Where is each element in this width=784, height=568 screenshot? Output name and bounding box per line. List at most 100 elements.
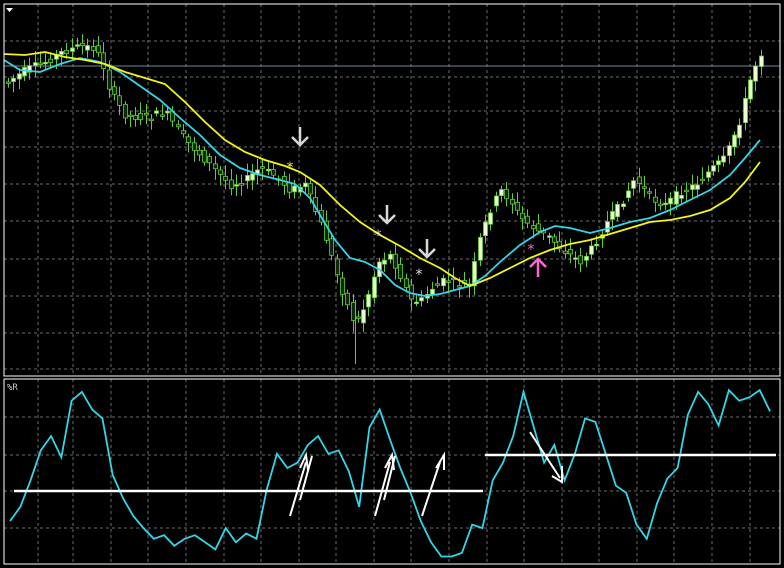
bear-candle — [525, 215, 530, 224]
signal-star-icon: * — [528, 242, 535, 258]
bear-candle — [213, 163, 218, 170]
bear-candle — [202, 149, 207, 163]
bear-candle — [684, 189, 689, 193]
bear-candle — [510, 199, 515, 205]
bear-candle — [38, 62, 43, 65]
signal-markers: * * * * — [287, 127, 547, 283]
price-panel-frame — [3, 3, 781, 377]
bull-candle — [70, 47, 75, 52]
bear-candle — [700, 178, 705, 182]
fast-ma-line — [3, 57, 761, 297]
bear-candle — [160, 114, 165, 117]
bull-candle — [573, 257, 578, 260]
bear-candle — [138, 112, 143, 121]
bull-candle — [732, 134, 737, 148]
signal-star-icon: * — [375, 228, 382, 244]
bear-candle — [176, 124, 181, 128]
bear-candle — [653, 196, 658, 203]
signal-star-icon: * — [416, 267, 423, 283]
bear-candle — [229, 179, 234, 189]
bear-candle — [536, 223, 541, 232]
bear-candle — [435, 283, 440, 286]
sell-arrow-down-icon — [291, 127, 309, 147]
price-candles — [6, 34, 764, 364]
annotation-arrow — [421, 451, 445, 517]
bull-candle — [266, 168, 271, 172]
bull-candle — [584, 255, 589, 261]
bear-candle — [351, 302, 356, 321]
indicator-label: %R — [7, 383, 18, 393]
bull-candle — [753, 65, 758, 82]
bull-candle — [361, 309, 366, 324]
sell-arrow-down-icon — [418, 239, 436, 259]
bear-candle — [107, 69, 112, 90]
bull-candle — [716, 160, 721, 166]
bull-candle — [85, 45, 90, 51]
bear-candle — [112, 86, 117, 95]
bull-candle — [748, 79, 753, 100]
bull-candle — [690, 184, 695, 190]
bull-candle — [610, 211, 615, 220]
bull-candle — [674, 191, 679, 205]
bull-candle — [59, 50, 64, 55]
bear-candle — [149, 118, 154, 122]
bull-candle — [33, 62, 38, 67]
bear-candle — [271, 169, 276, 176]
bear-candle — [515, 202, 520, 211]
sell-arrow-down-icon — [378, 205, 396, 225]
annotation-stroke — [421, 461, 441, 517]
bull-candle — [388, 253, 393, 260]
bear-candle — [404, 278, 409, 288]
bull-candle — [245, 175, 250, 182]
bull-candle — [17, 73, 22, 80]
annotation-head — [435, 451, 445, 470]
bear-candle — [552, 236, 557, 243]
bear-candle — [64, 49, 69, 55]
bear-candle — [101, 52, 106, 70]
bear-candle — [520, 212, 525, 220]
bear-candle — [128, 114, 133, 118]
bull-candle — [547, 235, 552, 238]
dropdown-triangle-icon[interactable] — [6, 8, 13, 12]
bear-candle — [356, 316, 361, 319]
annotation-arrow — [374, 451, 395, 517]
bear-candle — [144, 112, 149, 116]
bear-candle — [504, 188, 509, 200]
bull-candle — [372, 276, 377, 299]
bear-candle — [578, 255, 583, 265]
bull-candle — [759, 55, 764, 67]
bear-candle — [260, 166, 265, 169]
bear-candle — [223, 175, 228, 181]
bull-candle — [743, 97, 748, 124]
bull-candle — [615, 203, 620, 218]
bull-candle — [695, 184, 700, 190]
bear-candle — [308, 183, 313, 195]
bull-candle — [292, 185, 297, 193]
bull-candle — [382, 259, 387, 265]
bear-candle — [181, 130, 186, 135]
bear-candle — [457, 285, 462, 288]
signal-star-icon: * — [287, 160, 294, 176]
bear-candle — [192, 142, 197, 151]
bear-candle — [133, 114, 138, 120]
bear-candle — [642, 186, 647, 189]
bull-candle — [478, 236, 483, 261]
bear-candle — [91, 46, 96, 51]
buy-arrow-up-icon — [529, 257, 547, 277]
bear-candle — [398, 263, 403, 279]
slow-ma-line — [3, 51, 761, 287]
bull-candle — [589, 245, 594, 255]
bull-candle — [626, 190, 631, 199]
bear-candle — [531, 225, 536, 230]
bull-candle — [679, 194, 684, 199]
bear-candle — [329, 238, 334, 256]
bull-candle — [366, 294, 371, 308]
bear-candle — [335, 258, 340, 276]
bear-candle — [563, 250, 568, 254]
bear-candle — [96, 45, 101, 54]
bull-candle — [711, 165, 716, 172]
bear-candle — [647, 191, 652, 194]
bull-candle — [483, 221, 488, 237]
bear-candle — [48, 58, 53, 64]
bull-candle — [441, 277, 446, 287]
